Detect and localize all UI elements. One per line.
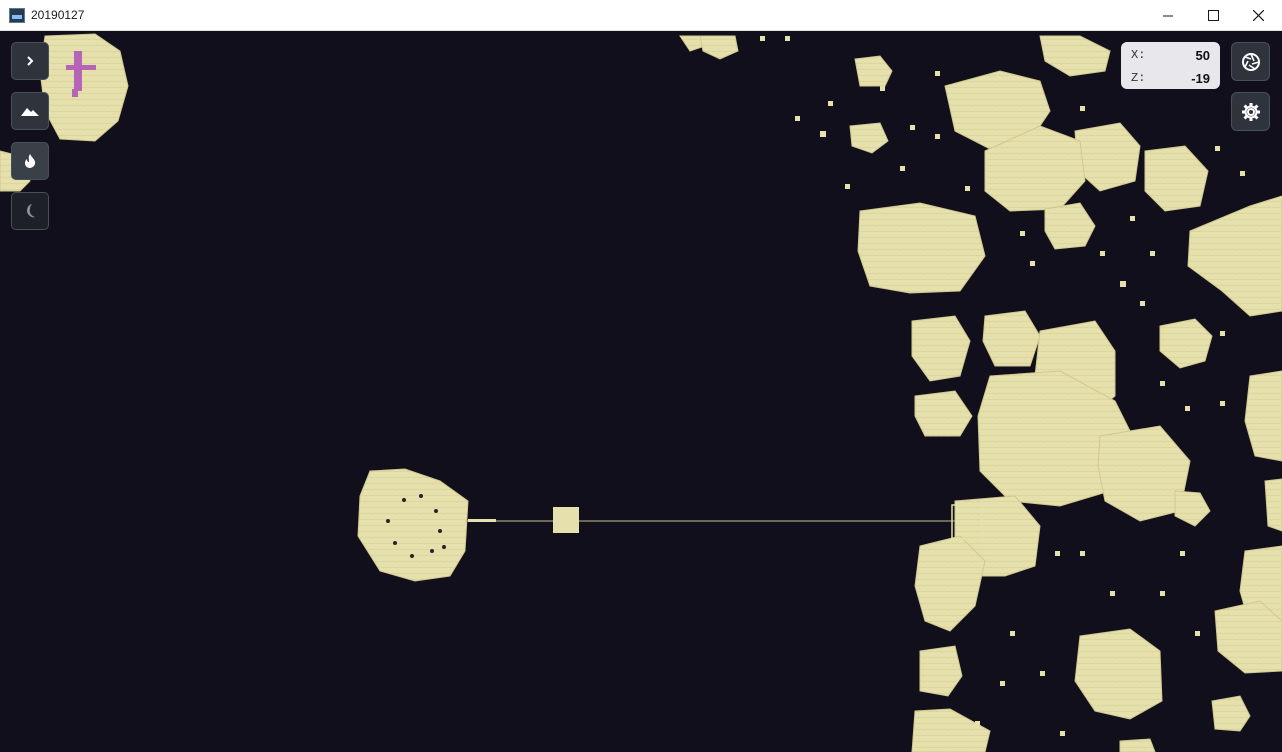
window-titlebar: 20190127	[0, 0, 1282, 31]
z-label: Z:	[1131, 71, 1146, 85]
gear-icon	[1241, 102, 1260, 121]
main-island	[357, 468, 469, 582]
flame-icon	[25, 154, 36, 168]
chevron-right-icon	[27, 56, 34, 66]
z-value: -19	[1191, 71, 1210, 86]
end-terrain	[0, 33, 1282, 752]
minimize-button[interactable]	[1145, 0, 1191, 31]
x-label: X:	[1131, 48, 1146, 62]
expand-panel-button[interactable]	[11, 42, 49, 80]
screenshot-button[interactable]	[1231, 42, 1270, 81]
window-title: 20190127	[31, 8, 85, 22]
x-coordinate: X: 50	[1131, 48, 1210, 66]
app-icon	[9, 8, 25, 23]
surface-map-button[interactable]	[11, 92, 49, 130]
end-map-button[interactable]	[11, 192, 49, 230]
mountain-icon	[21, 108, 39, 116]
nether-map-button[interactable]	[11, 142, 49, 180]
camera-shutter-icon	[1241, 52, 1260, 71]
maximize-button[interactable]	[1190, 0, 1236, 31]
map-viewport[interactable]: X: 50 Z: -19	[0, 31, 1282, 752]
minimize-icon	[1162, 15, 1173, 17]
x-value: 50	[1195, 48, 1210, 63]
coordinate-readout: X: 50 Z: -19	[1121, 42, 1220, 89]
island	[39, 33, 129, 142]
settings-button[interactable]	[1231, 92, 1270, 131]
close-icon	[1252, 10, 1264, 21]
z-coordinate: Z: -19	[1131, 71, 1210, 89]
maximize-icon	[1207, 10, 1219, 21]
moon-icon	[27, 204, 35, 218]
close-button[interactable]	[1235, 0, 1281, 31]
